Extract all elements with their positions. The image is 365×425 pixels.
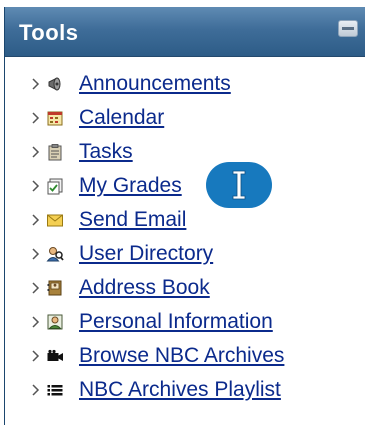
tool-link-my-grades[interactable]: My Grades: [79, 174, 182, 198]
tool-item-user-directory: User Directory: [5, 237, 365, 271]
megaphone-icon: [48, 77, 61, 91]
tool-link-calendar[interactable]: Calendar: [79, 106, 164, 130]
tool-item-nbc-archives-playlist: NBC Archives Playlist: [5, 373, 365, 407]
chevron-right-icon: [32, 112, 40, 124]
chevron-right-icon: [32, 316, 40, 328]
tool-item-tasks: Tasks: [5, 135, 365, 169]
chevron-right-icon: [32, 146, 40, 158]
tool-item-calendar: Calendar: [5, 101, 365, 135]
tool-link-user-directory[interactable]: User Directory: [79, 242, 213, 266]
playlist-icon: [47, 385, 63, 396]
personal-info-icon: [47, 314, 63, 330]
tool-item-address-book: Address Book: [5, 271, 365, 305]
tool-link-nbc-archives-playlist[interactable]: NBC Archives Playlist: [79, 378, 281, 402]
chevron-right-icon: [32, 248, 40, 260]
tool-link-tasks[interactable]: Tasks: [79, 140, 133, 164]
video-camera-icon: [47, 349, 63, 361]
collapse-icon[interactable]: [338, 20, 358, 37]
calendar-icon: [47, 111, 63, 126]
chevron-right-icon: [32, 78, 40, 90]
user-search-icon: [46, 247, 64, 262]
tool-item-my-grades: My Grades: [5, 169, 365, 203]
tool-item-browse-nbc-archives: Browse NBC Archives: [5, 339, 365, 373]
tool-item-announcements: Announcements: [5, 67, 365, 101]
text-cursor-icon: [206, 162, 272, 208]
panel-header: Tools: [5, 7, 365, 57]
tools-panel: Tools Announcements Calendar Tasks My Gr…: [4, 7, 365, 425]
tool-link-announcements[interactable]: Announcements: [79, 72, 231, 96]
chevron-right-icon: [32, 384, 40, 396]
chevron-right-icon: [32, 180, 40, 192]
tool-link-personal-information[interactable]: Personal Information: [79, 310, 273, 334]
tool-item-send-email: Send Email: [5, 203, 365, 237]
clipboard-icon: [48, 144, 62, 161]
envelope-icon: [47, 214, 63, 227]
tool-link-browse-nbc-archives[interactable]: Browse NBC Archives: [79, 344, 284, 368]
tool-link-address-book[interactable]: Address Book: [79, 276, 210, 300]
tool-list: Announcements Calendar Tasks My Grades S…: [5, 67, 365, 407]
tool-link-send-email[interactable]: Send Email: [79, 208, 186, 232]
chevron-right-icon: [32, 214, 40, 226]
grades-icon: [47, 178, 63, 195]
chevron-right-icon: [32, 282, 40, 294]
address-book-icon: [47, 280, 62, 296]
tool-item-personal-information: Personal Information: [5, 305, 365, 339]
chevron-right-icon: [32, 350, 40, 362]
panel-title: Tools: [19, 20, 79, 45]
